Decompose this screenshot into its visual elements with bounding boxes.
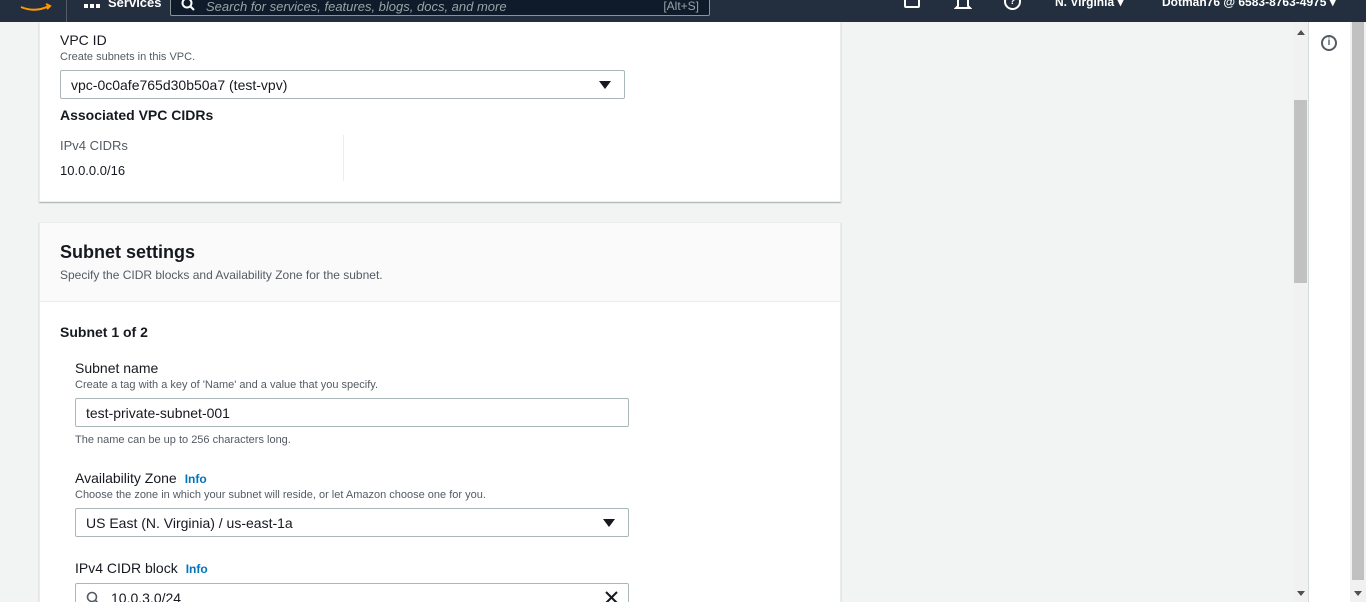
help-icon[interactable]: ? bbox=[1004, 0, 1021, 10]
search-input[interactable]: Search for services, features, blogs, do… bbox=[170, 0, 710, 16]
account-menu[interactable]: Dotman76 @ 6583-8763-4975 ▾ bbox=[1162, 0, 1336, 9]
availability-zone-info-link[interactable]: Info bbox=[185, 472, 207, 486]
services-menu-button[interactable]: Services bbox=[108, 0, 162, 10]
associated-cidrs-heading: Associated VPC CIDRs bbox=[60, 107, 214, 123]
subnet-name-value: test-private-subnet-001 bbox=[86, 405, 230, 421]
page-scrollbar-thumb[interactable] bbox=[1352, 22, 1364, 580]
region-selector[interactable]: N. Virginia ▾ bbox=[1055, 0, 1123, 9]
search-placeholder: Search for services, features, blogs, do… bbox=[206, 0, 507, 14]
cloudshell-icon[interactable] bbox=[904, 0, 920, 8]
scroll-down-arrow-icon[interactable] bbox=[1297, 591, 1305, 596]
availability-zone-label-text: Availability Zone bbox=[75, 470, 177, 486]
column-divider bbox=[343, 135, 344, 181]
subnet-settings-card: Subnet settings Specify the CIDR blocks … bbox=[39, 222, 841, 602]
search-icon bbox=[86, 591, 99, 602]
clear-icon[interactable] bbox=[605, 591, 618, 602]
availability-zone-select[interactable]: US East (N. Virginia) / us-east-1a bbox=[75, 508, 629, 537]
ipv4-cidr-block-info-link[interactable]: Info bbox=[186, 562, 208, 576]
availability-zone-label: Availability Zone Info bbox=[75, 470, 207, 486]
aws-logo-icon[interactable] bbox=[18, 0, 52, 13]
ipv4-cidr-block-value: 10.0.3.0/24 bbox=[111, 590, 182, 602]
ipv4-cidr-block-input[interactable]: 10.0.3.0/24 bbox=[75, 583, 629, 602]
services-grid-icon[interactable] bbox=[84, 0, 100, 10]
notifications-bell-icon[interactable] bbox=[954, 0, 972, 10]
availability-zone-description: Choose the zone in which your subnet wil… bbox=[75, 489, 486, 501]
search-shortcut: [Alt+S] bbox=[663, 0, 699, 13]
subnet-name-hint: The name can be up to 256 characters lon… bbox=[75, 434, 291, 446]
vpc-id-select[interactable]: vpc-0c0afe765d30b50a7 (test-vpv) bbox=[60, 70, 625, 99]
dropdown-caret-icon bbox=[603, 519, 615, 527]
vpc-id-description: Create subnets in this VPC. bbox=[60, 51, 196, 63]
content-scrollbar[interactable] bbox=[1293, 22, 1308, 602]
top-nav: Services Search for services, features, … bbox=[0, 0, 1366, 22]
vpc-id-label: VPC ID bbox=[60, 32, 107, 48]
ipv4-cidr-block-label-text: IPv4 CIDR block bbox=[75, 560, 178, 576]
page-scrollbar[interactable] bbox=[1350, 22, 1366, 602]
subnet-name-input[interactable]: test-private-subnet-001 bbox=[75, 398, 629, 427]
vpc-card: VPC ID Create subnets in this VPC. vpc-0… bbox=[39, 22, 841, 202]
ipv4-cidr-block-label: IPv4 CIDR block Info bbox=[75, 560, 208, 576]
subnet-settings-header: Subnet settings Specify the CIDR blocks … bbox=[40, 223, 840, 302]
subnet-settings-description: Specify the CIDR blocks and Availability… bbox=[60, 268, 383, 282]
page-scroll-down-arrow-icon[interactable] bbox=[1354, 591, 1362, 596]
subnet-settings-title: Subnet settings bbox=[60, 242, 196, 262]
subnet-name-description: Create a tag with a key of 'Name' and a … bbox=[75, 379, 378, 391]
availability-zone-selected-value: US East (N. Virginia) / us-east-1a bbox=[86, 515, 293, 531]
scroll-up-arrow-icon[interactable] bbox=[1297, 30, 1305, 35]
scrollbar-thumb[interactable] bbox=[1294, 100, 1307, 283]
tools-rail: i bbox=[1308, 22, 1350, 602]
ipv4-cidrs-label: IPv4 CIDRs bbox=[60, 138, 128, 153]
info-panel-icon[interactable]: i bbox=[1321, 35, 1337, 51]
dropdown-caret-icon bbox=[599, 81, 611, 89]
subnet-heading: Subnet 1 of 2 bbox=[60, 324, 148, 340]
subnet-name-label: Subnet name bbox=[75, 360, 159, 376]
vpc-id-selected-value: vpc-0c0afe765d30b50a7 (test-vpv) bbox=[71, 77, 288, 93]
search-icon bbox=[181, 0, 195, 11]
nav-divider bbox=[66, 0, 67, 22]
ipv4-cidrs-value: 10.0.0.0/16 bbox=[60, 163, 126, 178]
